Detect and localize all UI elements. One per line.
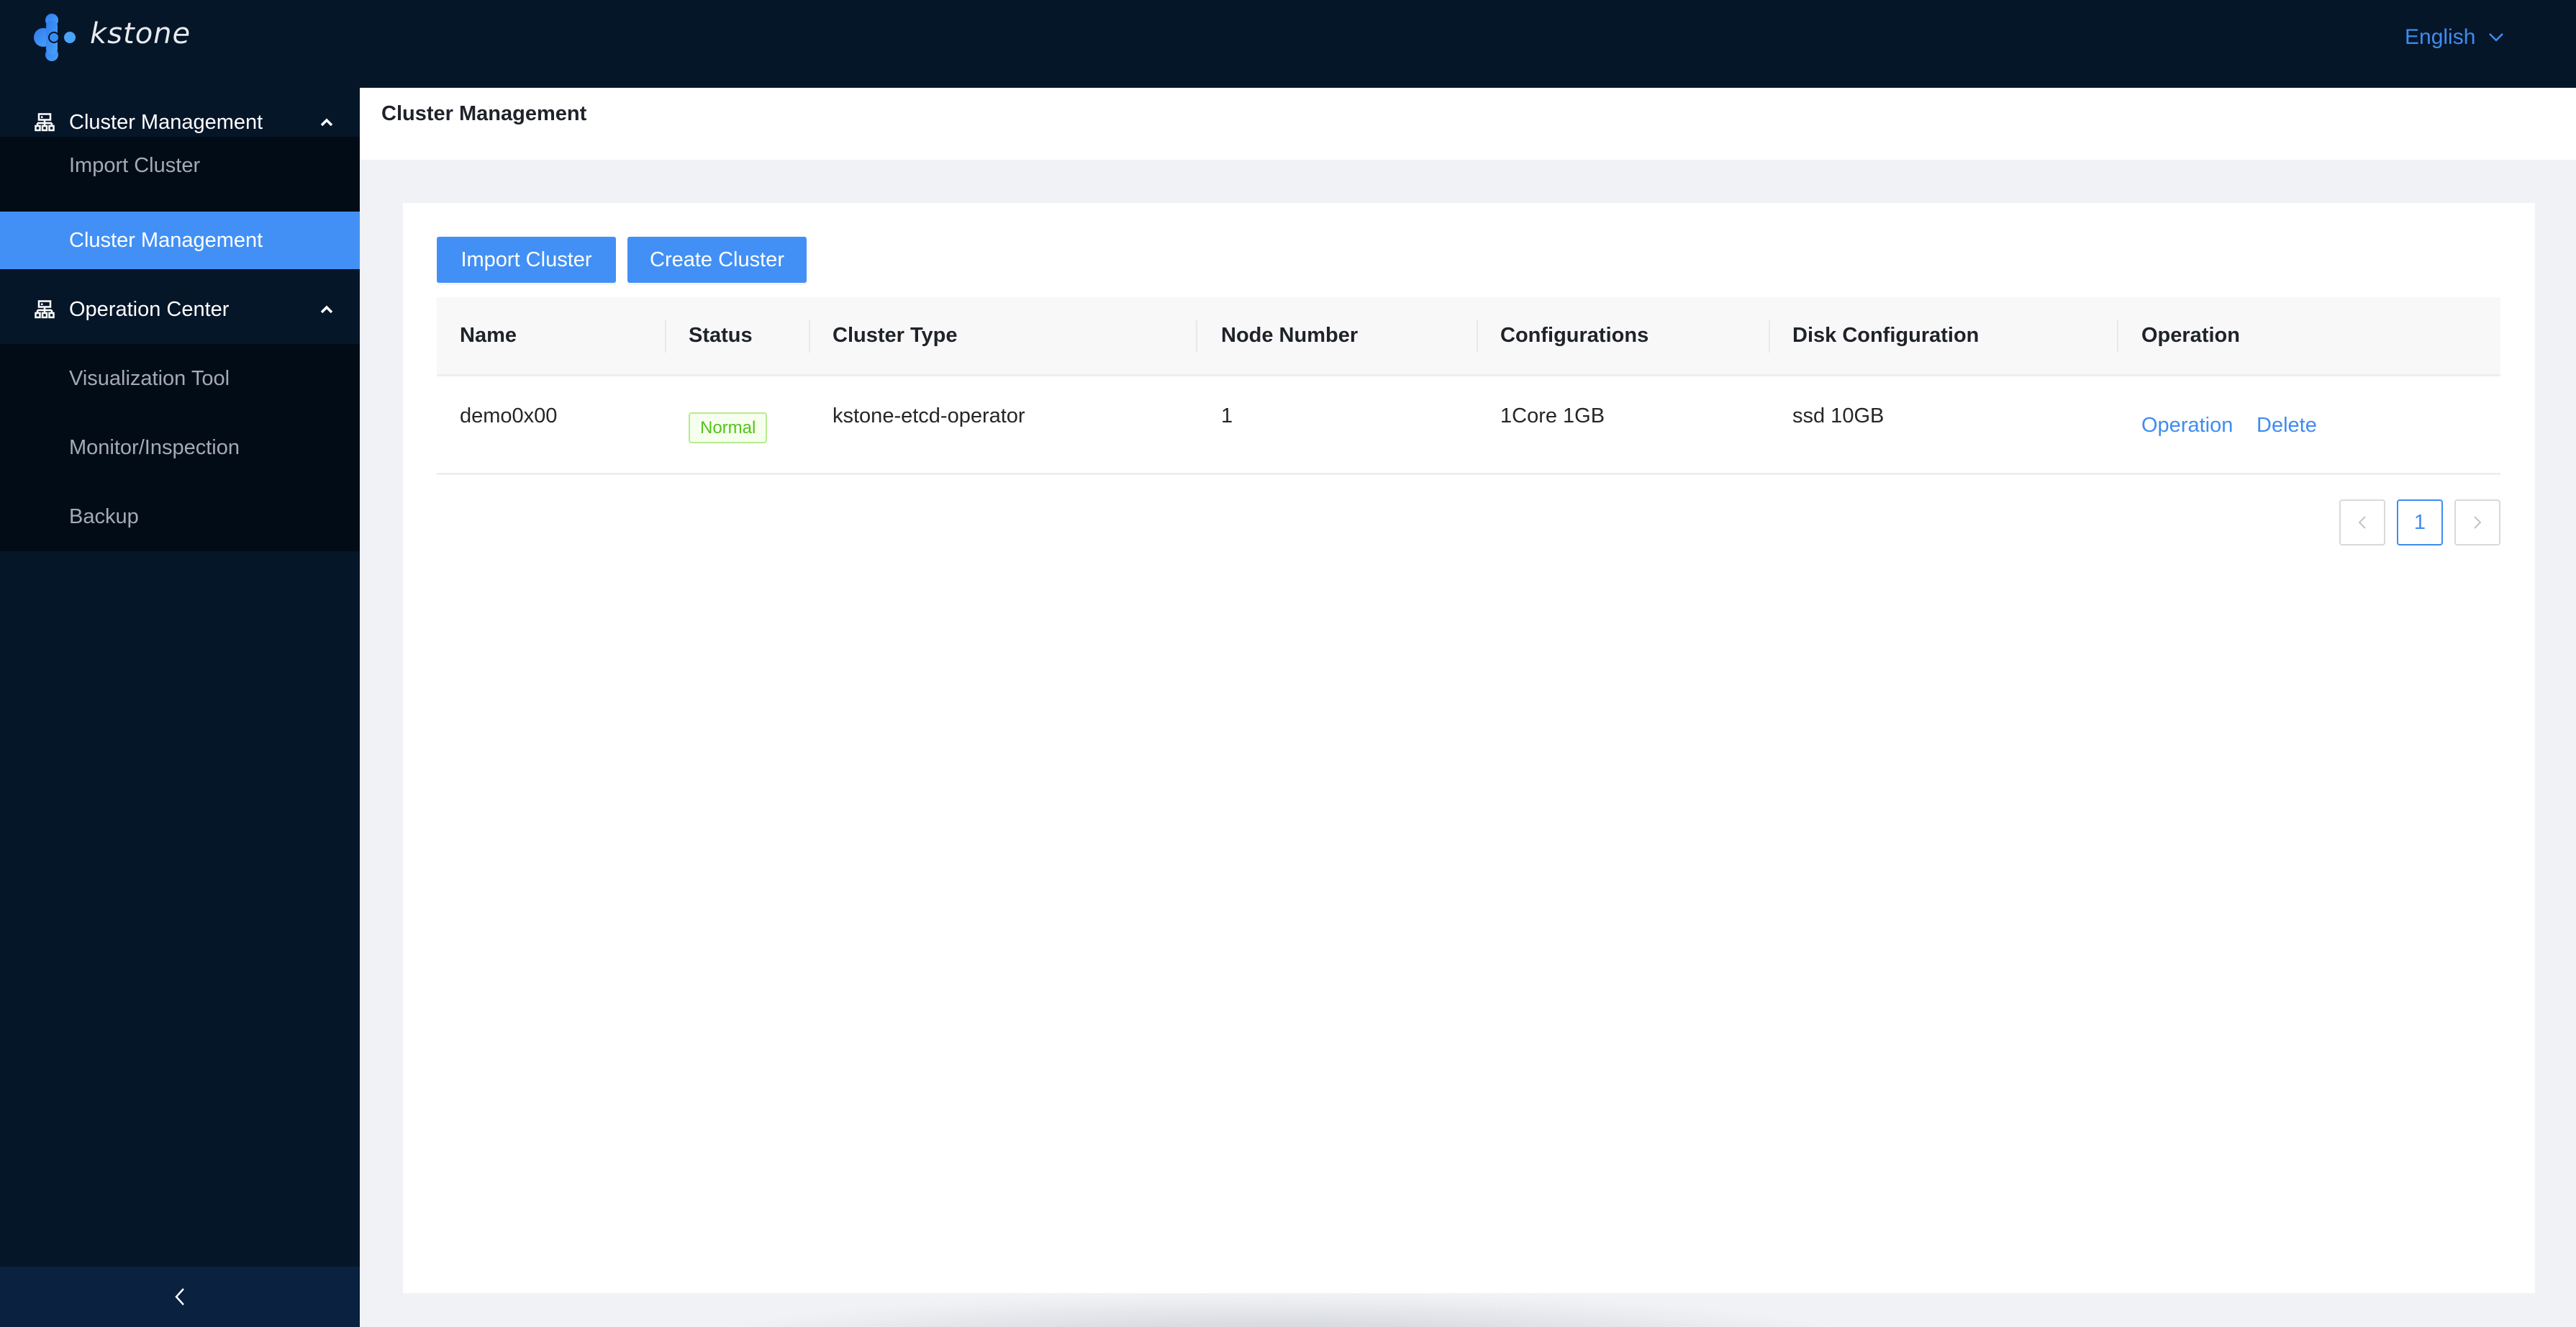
delete-link[interactable]: Delete <box>2257 411 2317 440</box>
chevron-left-icon <box>2358 516 2366 529</box>
page-header: Cluster Management <box>360 88 2576 160</box>
sidebar-group-label: Cluster Management <box>69 110 263 134</box>
chevron-right-icon <box>2474 516 2482 529</box>
column-divider <box>665 320 666 353</box>
chevron-down-icon <box>2489 33 2504 42</box>
sidebar-group-label: Operation Center <box>69 297 230 321</box>
brand-name: kstone <box>90 17 191 50</box>
sidebar-item-import-cluster[interactable]: Import Cluster <box>0 137 360 194</box>
sidebar: Cluster Management Import Cluster Cluste… <box>0 88 360 1327</box>
column-divider <box>2117 320 2118 353</box>
chevron-up-icon <box>320 305 333 314</box>
sidebar-item-label: Visualization Tool <box>69 366 230 390</box>
chevron-up-icon <box>320 118 333 127</box>
status-badge: Normal <box>689 412 768 443</box>
kstone-logo-icon <box>34 14 76 61</box>
cell-disk-configuration: ssd 10GB <box>1792 404 1885 427</box>
cluster-table: Name Status Cluster Type Node Number Con… <box>437 297 2500 475</box>
column-header-name: Name <box>460 324 517 347</box>
submenu-cluster-management: Import Cluster Cluster Management <box>0 137 360 269</box>
column-header-disk-configuration: Disk Configuration <box>1792 324 1979 347</box>
cell-node-number: 1 <box>1221 404 1233 427</box>
pagination-next-button[interactable] <box>2454 499 2500 545</box>
column-divider <box>1477 320 1478 353</box>
sidebar-item-label: Import Cluster <box>69 153 201 177</box>
column-header-cluster-type: Cluster Type <box>833 324 958 347</box>
top-header: kstone English <box>0 0 2576 88</box>
cell-name: demo0x00 <box>460 404 558 427</box>
create-cluster-button[interactable]: Create Cluster <box>627 237 807 283</box>
sidebar-item-label: Cluster Management <box>69 228 263 252</box>
cell-configurations: 1Core 1GB <box>1500 404 1605 427</box>
sidebar-item-monitor-inspection[interactable]: Monitor/Inspection <box>0 419 360 476</box>
decorative-shadow <box>705 1295 1856 1327</box>
column-divider <box>1769 320 1770 353</box>
pagination: 1 <box>2339 499 2500 545</box>
sidebar-item-visualization-tool[interactable]: Visualization Tool <box>0 350 360 407</box>
submenu-operation-center: Visualization Tool Monitor/Inspection Ba… <box>0 344 360 551</box>
pagination-page-button[interactable]: 1 <box>2397 499 2443 545</box>
language-selector[interactable]: English <box>2405 22 2504 53</box>
cluster-icon <box>35 300 55 319</box>
operation-link[interactable]: Operation <box>2141 411 2233 440</box>
sidebar-item-cluster-management[interactable]: Cluster Management <box>0 212 360 269</box>
sidebar-group-operation-center[interactable]: Operation Center <box>0 275 360 344</box>
column-header-configurations: Configurations <box>1500 324 1649 347</box>
sidebar-item-label: Backup <box>69 504 139 528</box>
sidebar-item-label: Monitor/Inspection <box>69 435 240 459</box>
page-title: Cluster Management <box>381 102 587 125</box>
table-row: demo0x00 Normal kstone-etcd-operator 1 1… <box>437 376 2500 475</box>
column-header-node-number: Node Number <box>1221 324 1359 347</box>
column-divider <box>1196 320 1197 353</box>
sidebar-item-backup[interactable]: Backup <box>0 488 360 545</box>
table-header: Name Status Cluster Type Node Number Con… <box>437 297 2500 376</box>
import-cluster-button[interactable]: Import Cluster <box>437 237 616 283</box>
cell-cluster-type: kstone-etcd-operator <box>833 404 1025 427</box>
language-label: English <box>2405 25 2476 49</box>
pagination-prev-button[interactable] <box>2339 499 2385 545</box>
chevron-left-icon <box>175 1288 184 1305</box>
column-header-operation: Operation <box>2141 324 2240 347</box>
cluster-icon <box>35 113 55 132</box>
sidebar-collapse-button[interactable] <box>0 1267 360 1327</box>
column-divider <box>809 320 810 353</box>
content-card: Import Cluster Create Cluster Name Statu… <box>403 203 2535 1293</box>
column-header-status: Status <box>689 324 753 347</box>
